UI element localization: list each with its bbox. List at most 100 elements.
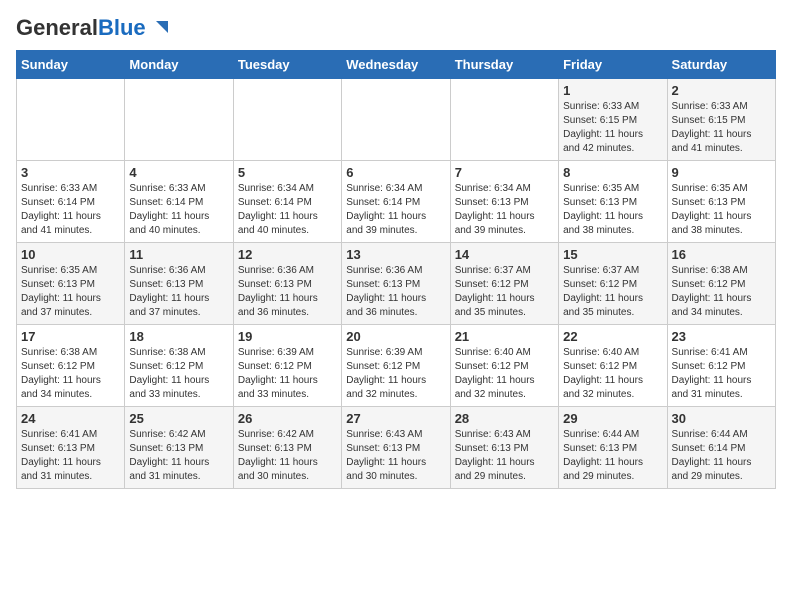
calendar-cell: 16 Sunrise: 6:38 AM Sunset: 6:12 PM Dayli… [667,243,775,325]
day-info: Sunrise: 6:35 AM Sunset: 6:13 PM Dayligh… [672,182,771,238]
calendar-cell: 21 Sunrise: 6:40 AM Sunset: 6:12 PM Dayli… [450,325,558,407]
day-number: 5 [238,165,337,180]
calendar-cell: 7 Sunrise: 6:34 AM Sunset: 6:13 PM Daylig… [450,161,558,243]
day-info: Sunrise: 6:43 AM Sunset: 6:13 PM Dayligh… [455,428,554,484]
col-header-wednesday: Wednesday [342,51,450,79]
calendar-week-4: 17 Sunrise: 6:38 AM Sunset: 6:12 PM Dayli… [17,325,776,407]
calendar-week-3: 10 Sunrise: 6:35 AM Sunset: 6:13 PM Dayli… [17,243,776,325]
calendar-cell: 25 Sunrise: 6:42 AM Sunset: 6:13 PM Dayli… [125,407,233,489]
day-info: Sunrise: 6:42 AM Sunset: 6:13 PM Dayligh… [238,428,337,484]
calendar-week-1: 1 Sunrise: 6:33 AM Sunset: 6:15 PM Daylig… [17,79,776,161]
calendar-cell: 15 Sunrise: 6:37 AM Sunset: 6:12 PM Dayli… [559,243,667,325]
day-number: 20 [346,329,445,344]
day-number: 10 [21,247,120,262]
calendar-cell [17,79,125,161]
calendar-cell: 19Sunrise: 6:39 AM Sunset: 6:12 PM Dayli… [233,325,341,407]
day-info: Sunrise: 6:43 AM Sunset: 6:13 PM Dayligh… [346,428,445,484]
day-info: Sunrise: 6:34 AM Sunset: 6:14 PM Dayligh… [238,182,337,238]
calendar-cell: 11Sunrise: 6:36 AM Sunset: 6:13 PM Dayli… [125,243,233,325]
calendar-cell: 2 Sunrise: 6:33 AM Sunset: 6:15 PM Daylig… [667,79,775,161]
calendar-cell: 12 Sunrise: 6:36 AM Sunset: 6:13 PM Dayli… [233,243,341,325]
day-number: 22 [563,329,662,344]
day-number: 3 [21,165,120,180]
day-number: 11 [129,247,228,262]
calendar-cell: 6 Sunrise: 6:34 AM Sunset: 6:14 PM Daylig… [342,161,450,243]
day-number: 30 [672,411,771,426]
col-header-thursday: Thursday [450,51,558,79]
day-info: Sunrise: 6:33 AM Sunset: 6:14 PM Dayligh… [21,182,120,238]
calendar-cell: 22 Sunrise: 6:40 AM Sunset: 6:12 PM Dayli… [559,325,667,407]
calendar-cell: 18 Sunrise: 6:38 AM Sunset: 6:12 PM Dayli… [125,325,233,407]
calendar-cell: 29 Sunrise: 6:44 AM Sunset: 6:13 PM Dayli… [559,407,667,489]
day-info: Sunrise: 6:44 AM Sunset: 6:13 PM Dayligh… [563,428,662,484]
day-info: Sunrise: 6:37 AM Sunset: 6:12 PM Dayligh… [563,264,662,320]
day-number: 1 [563,83,662,98]
day-number: 16 [672,247,771,262]
day-number: 24 [21,411,120,426]
calendar-cell: 24 Sunrise: 6:41 AM Sunset: 6:13 PM Dayli… [17,407,125,489]
calendar-header-row: SundayMondayTuesdayWednesdayThursdayFrid… [17,51,776,79]
calendar-cell: 8 Sunrise: 6:35 AM Sunset: 6:13 PM Daylig… [559,161,667,243]
calendar-cell: 30 Sunrise: 6:44 AM Sunset: 6:14 PM Dayli… [667,407,775,489]
day-info: Sunrise: 6:35 AM Sunset: 6:13 PM Dayligh… [21,264,120,320]
day-number: 25 [129,411,228,426]
day-number: 27 [346,411,445,426]
calendar-week-5: 24 Sunrise: 6:41 AM Sunset: 6:13 PM Dayli… [17,407,776,489]
col-header-monday: Monday [125,51,233,79]
day-info: Sunrise: 6:44 AM Sunset: 6:14 PM Dayligh… [672,428,771,484]
day-info: Sunrise: 6:34 AM Sunset: 6:14 PM Dayligh… [346,182,445,238]
calendar-cell: 10 Sunrise: 6:35 AM Sunset: 6:13 PM Dayli… [17,243,125,325]
day-number: 7 [455,165,554,180]
calendar-cell: 9 Sunrise: 6:35 AM Sunset: 6:13 PM Daylig… [667,161,775,243]
calendar-cell: 20Sunrise: 6:39 AM Sunset: 6:12 PM Dayli… [342,325,450,407]
day-info: Sunrise: 6:33 AM Sunset: 6:14 PM Dayligh… [129,182,228,238]
day-number: 23 [672,329,771,344]
calendar-cell: 3 Sunrise: 6:33 AM Sunset: 6:14 PM Daylig… [17,161,125,243]
day-number: 13 [346,247,445,262]
col-header-friday: Friday [559,51,667,79]
calendar-cell: 23 Sunrise: 6:41 AM Sunset: 6:12 PM Dayli… [667,325,775,407]
day-number: 9 [672,165,771,180]
day-info: Sunrise: 6:33 AM Sunset: 6:15 PM Dayligh… [672,100,771,156]
day-number: 17 [21,329,120,344]
day-number: 12 [238,247,337,262]
calendar-cell: 17Sunrise: 6:38 AM Sunset: 6:12 PM Dayli… [17,325,125,407]
day-number: 15 [563,247,662,262]
calendar-table: SundayMondayTuesdayWednesdayThursdayFrid… [16,50,776,489]
day-info: Sunrise: 6:40 AM Sunset: 6:12 PM Dayligh… [455,346,554,402]
day-info: Sunrise: 6:39 AM Sunset: 6:12 PM Dayligh… [238,346,337,402]
logo: GeneralBlue [16,16,170,40]
day-info: Sunrise: 6:38 AM Sunset: 6:12 PM Dayligh… [672,264,771,320]
day-info: Sunrise: 6:42 AM Sunset: 6:13 PM Dayligh… [129,428,228,484]
calendar-cell: 13Sunrise: 6:36 AM Sunset: 6:13 PM Dayli… [342,243,450,325]
page-header: GeneralBlue [16,16,776,40]
day-info: Sunrise: 6:40 AM Sunset: 6:12 PM Dayligh… [563,346,662,402]
day-number: 4 [129,165,228,180]
day-number: 21 [455,329,554,344]
day-number: 29 [563,411,662,426]
day-info: Sunrise: 6:35 AM Sunset: 6:13 PM Dayligh… [563,182,662,238]
calendar-cell: 26 Sunrise: 6:42 AM Sunset: 6:13 PM Dayli… [233,407,341,489]
calendar-cell [342,79,450,161]
day-number: 6 [346,165,445,180]
calendar-cell: 1 Sunrise: 6:33 AM Sunset: 6:15 PM Daylig… [559,79,667,161]
col-header-sunday: Sunday [17,51,125,79]
logo-icon [148,17,170,39]
calendar-cell: 28Sunrise: 6:43 AM Sunset: 6:13 PM Dayli… [450,407,558,489]
calendar-week-2: 3 Sunrise: 6:33 AM Sunset: 6:14 PM Daylig… [17,161,776,243]
calendar-cell: 27 Sunrise: 6:43 AM Sunset: 6:13 PM Dayli… [342,407,450,489]
day-number: 2 [672,83,771,98]
day-info: Sunrise: 6:38 AM Sunset: 6:12 PM Dayligh… [129,346,228,402]
day-info: Sunrise: 6:37 AM Sunset: 6:12 PM Dayligh… [455,264,554,320]
day-info: Sunrise: 6:36 AM Sunset: 6:13 PM Dayligh… [238,264,337,320]
calendar-cell: 4 Sunrise: 6:33 AM Sunset: 6:14 PM Daylig… [125,161,233,243]
calendar-cell [233,79,341,161]
day-info: Sunrise: 6:34 AM Sunset: 6:13 PM Dayligh… [455,182,554,238]
day-info: Sunrise: 6:41 AM Sunset: 6:12 PM Dayligh… [672,346,771,402]
calendar-cell [125,79,233,161]
day-number: 8 [563,165,662,180]
day-number: 18 [129,329,228,344]
day-number: 26 [238,411,337,426]
day-info: Sunrise: 6:33 AM Sunset: 6:15 PM Dayligh… [563,100,662,156]
day-info: Sunrise: 6:41 AM Sunset: 6:13 PM Dayligh… [21,428,120,484]
